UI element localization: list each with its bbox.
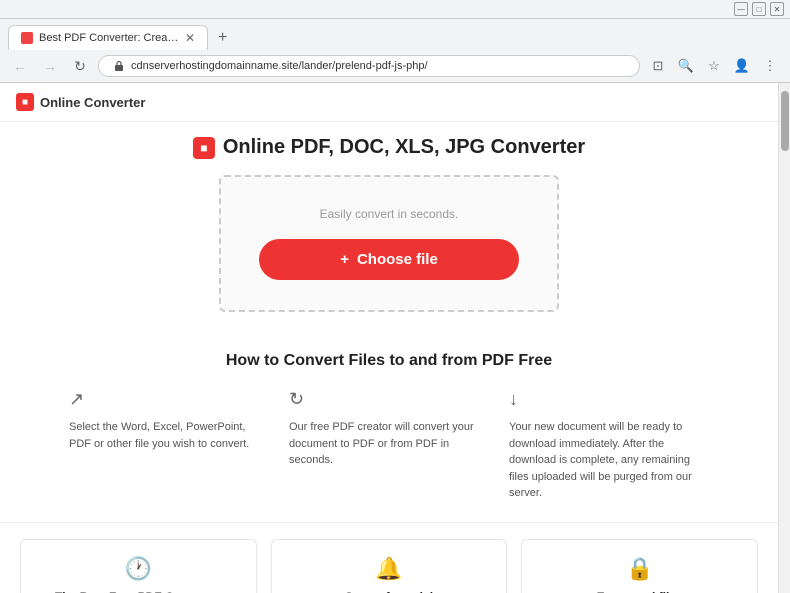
close-button[interactable]: ✕: [770, 2, 784, 16]
step-3: ↓ Your new document will be ready to dow…: [509, 386, 709, 502]
maximize-button[interactable]: □: [752, 2, 766, 16]
how-to-section: How to Convert Files to and from PDF Fre…: [0, 332, 778, 522]
search-icon[interactable]: 🔍: [674, 54, 698, 78]
scrollbar-track[interactable]: [778, 83, 790, 593]
page-content: ■ Online Converter ■ Online PDF, DOC, XL…: [0, 83, 778, 593]
feature-1-title: Start a free trial: [286, 590, 493, 593]
choose-file-plus: +: [340, 251, 349, 268]
feature-2-icon: 🔒: [536, 556, 743, 582]
feature-card-2: 🔒 Encrypted files We care about the priv…: [521, 539, 758, 593]
steps-container: ↗ Select the Word, Excel, PowerPoint, PD…: [30, 386, 748, 502]
page-wrapper: ■ Online Converter ■ Online PDF, DOC, XL…: [0, 83, 790, 593]
nav-bar: ← → ↻ cdnserverhostingdomainname.site/la…: [0, 50, 790, 82]
logo-icon: ■: [16, 93, 34, 111]
step-3-text: Your new document will be ready to downl…: [509, 421, 692, 499]
hero-section: ■ Online PDF, DOC, XLS, JPG Converter Ea…: [0, 122, 778, 332]
cast-icon[interactable]: ⊡: [646, 54, 670, 78]
upload-box: Easily convert in seconds. + Choose file: [219, 175, 559, 312]
hero-title-text: Online PDF, DOC, XLS, JPG Converter: [223, 136, 585, 159]
features-section: 🕐 The Best Free PDF Converter No matter …: [0, 522, 778, 593]
how-to-title: How to Convert Files to and from PDF Fre…: [30, 352, 748, 370]
logo-text: Online Converter: [40, 95, 145, 110]
choose-file-button[interactable]: + Choose file: [259, 239, 519, 280]
choose-file-label: Choose file: [357, 251, 438, 268]
reload-button[interactable]: ↻: [68, 54, 92, 78]
browser-chrome: Best PDF Converter: Create, Conv... ✕ + …: [0, 19, 790, 83]
feature-card-0: 🕐 The Best Free PDF Converter No matter …: [20, 539, 257, 593]
active-tab[interactable]: Best PDF Converter: Create, Conv... ✕: [8, 25, 208, 50]
upload-subtitle: Easily convert in seconds.: [241, 207, 537, 221]
tab-title: Best PDF Converter: Create, Conv...: [39, 32, 179, 44]
back-button[interactable]: ←: [8, 54, 32, 78]
minimize-button[interactable]: —: [734, 2, 748, 16]
feature-0-icon: 🕐: [35, 556, 242, 582]
menu-icon[interactable]: ⋮: [758, 54, 782, 78]
feature-0-title: The Best Free PDF Converter: [35, 590, 242, 593]
step-3-icon: ↓: [509, 386, 709, 413]
logo-area: ■ Online Converter: [16, 93, 145, 111]
tab-favicon: [21, 32, 33, 44]
url-text: cdnserverhostingdomainname.site/lander/p…: [131, 60, 625, 72]
tab-close-button[interactable]: ✕: [185, 31, 195, 45]
step-1-text: Select the Word, Excel, PowerPoint, PDF …: [69, 421, 249, 450]
new-tab-button[interactable]: +: [212, 29, 233, 47]
step-1: ↗ Select the Word, Excel, PowerPoint, PD…: [69, 386, 269, 502]
step-1-icon: ↗: [69, 386, 269, 413]
nav-icons-right: ⊡ 🔍 ☆ 👤 ⋮: [646, 54, 782, 78]
window-chrome: — □ ✕: [0, 0, 790, 19]
feature-card-1: 🔔 Start a free trial With a free trial o…: [271, 539, 508, 593]
step-2-icon: ↻: [289, 386, 489, 413]
address-bar[interactable]: cdnserverhostingdomainname.site/lander/p…: [98, 55, 640, 77]
step-2: ↻ Our free PDF creator will convert your…: [289, 386, 489, 502]
hero-title: ■ Online PDF, DOC, XLS, JPG Converter: [20, 136, 758, 159]
lock-icon: [113, 60, 125, 72]
profile-icon[interactable]: 👤: [730, 54, 754, 78]
feature-1-icon: 🔔: [286, 556, 493, 582]
site-header: ■ Online Converter: [0, 83, 778, 122]
forward-button[interactable]: →: [38, 54, 62, 78]
step-2-text: Our free PDF creator will convert your d…: [289, 421, 474, 466]
hero-title-icon: ■: [193, 137, 215, 159]
tab-bar: Best PDF Converter: Create, Conv... ✕ +: [0, 19, 790, 50]
scrollbar-thumb[interactable]: [781, 91, 789, 151]
feature-2-title: Encrypted files: [536, 590, 743, 593]
bookmark-icon[interactable]: ☆: [702, 54, 726, 78]
